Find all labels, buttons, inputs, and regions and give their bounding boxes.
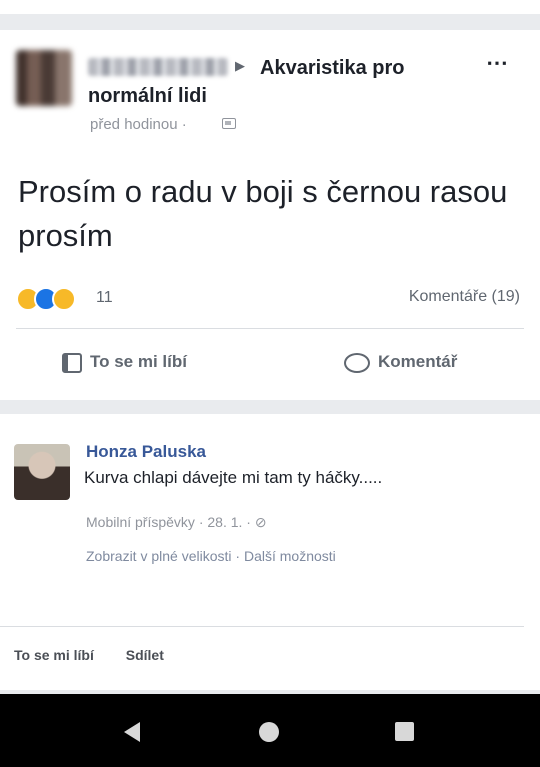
- author-avatar-blurred[interactable]: [16, 50, 72, 106]
- comment-share-action[interactable]: Sdílet: [126, 647, 164, 663]
- link-separator: ·: [231, 548, 244, 564]
- commenter-avatar[interactable]: [14, 444, 70, 500]
- post-timestamp[interactable]: před hodinou ·: [90, 116, 187, 133]
- comment-meta-text[interactable]: Mobilní příspěvky · 28. 1. ·: [86, 514, 255, 530]
- view-full-size-link[interactable]: Zobrazit v plné velikosti: [86, 548, 232, 564]
- comment-button[interactable]: Komentář: [344, 352, 457, 373]
- thumbs-up-icon: [62, 352, 82, 373]
- comment-meta[interactable]: Mobilní příspěvky · 28. 1. · ⊘: [86, 514, 267, 531]
- wow-reaction-icon: [52, 287, 76, 311]
- comment-divider: [0, 626, 524, 627]
- actions-divider: [16, 328, 524, 329]
- home-icon[interactable]: [259, 722, 279, 742]
- post-text: Prosím o radu v boji s černou rasou pros…: [18, 174, 508, 253]
- post-time[interactable]: před hodinou: [90, 116, 178, 133]
- previous-card-edge: [0, 0, 540, 14]
- android-navigation-bar: [0, 694, 540, 767]
- comments-count-link[interactable]: Komentáře (19): [409, 288, 520, 306]
- audience-globe-icon: ⊘: [254, 514, 267, 530]
- like-button-label: To se mi líbí: [90, 352, 187, 371]
- group-name-link[interactable]: Akvaristika pro normální lidi: [88, 54, 448, 110]
- commenter-name[interactable]: Honza Paluska: [86, 442, 206, 462]
- recent-apps-icon[interactable]: [395, 722, 414, 741]
- more-options-icon[interactable]: ⋯: [486, 50, 509, 76]
- more-options-link[interactable]: Další možnosti: [244, 548, 336, 564]
- post-card: ▶ Akvaristika pro normální lidi ⋯ před h…: [0, 30, 540, 400]
- comment-links: Zobrazit v plné velikosti · Další možnos…: [86, 548, 336, 564]
- back-icon[interactable]: [124, 722, 140, 742]
- comment-bubble-icon: [344, 352, 370, 373]
- comment-text: Kurva chlapi dávejte mi tam ty háčky....…: [84, 468, 383, 487]
- comment-button-label: Komentář: [378, 352, 458, 371]
- comment-card: Honza Paluska Kurva chlapi dávejte mi ta…: [0, 414, 540, 690]
- comment-like-action[interactable]: To se mi líbí: [14, 647, 94, 663]
- comment-actions: To se mi líbí Sdílet: [14, 647, 192, 663]
- reaction-count[interactable]: 11: [96, 289, 113, 307]
- like-button[interactable]: To se mi líbí: [62, 352, 187, 373]
- group-audience-icon: [222, 118, 236, 129]
